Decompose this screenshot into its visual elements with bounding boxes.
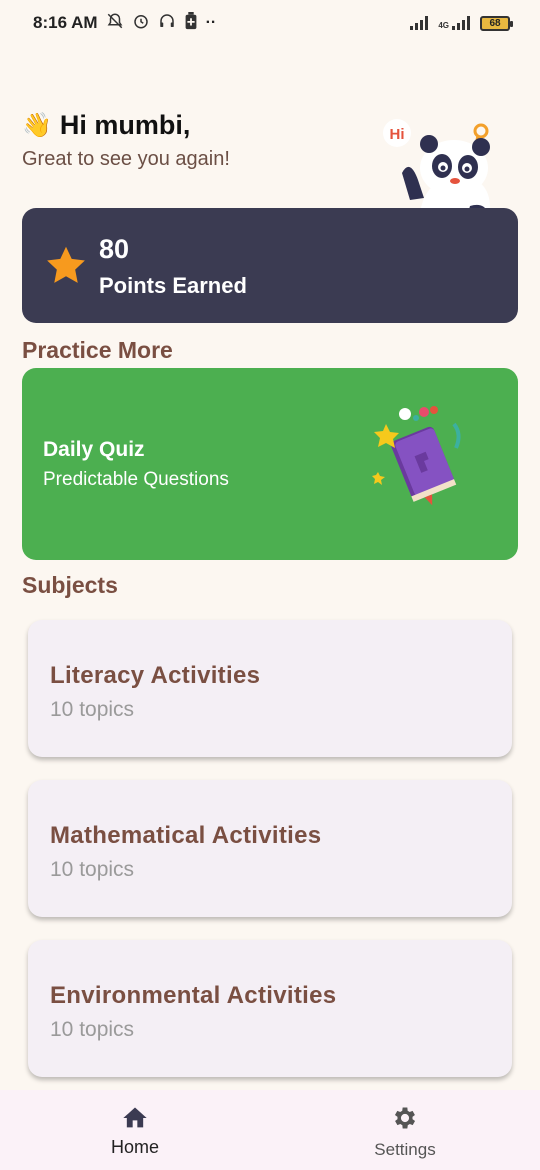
bottom-navigation: Home Settings xyxy=(0,1090,540,1170)
subject-title: Literacy Activities xyxy=(50,662,261,689)
waving-hand-icon: 👋 xyxy=(22,112,52,139)
silent-icon xyxy=(106,12,124,35)
subject-topics: 10 topics xyxy=(50,858,135,881)
quiz-book-illustration xyxy=(372,406,461,506)
home-icon xyxy=(123,1107,147,1128)
greeting-title: 👋 Hi mumbi, xyxy=(22,110,191,140)
gear-icon xyxy=(394,1107,416,1129)
mobile-data-icon: 4G xyxy=(438,16,470,30)
status-bar: 8:16 AM ·· 4G 68 xyxy=(0,0,540,46)
subject-title: Mathematical Activities xyxy=(50,822,322,849)
points-label: Points Earned xyxy=(99,273,247,298)
subject-card-environmental[interactable]: Environmental Activities 10 topics xyxy=(28,940,512,1077)
subject-card-literacy[interactable]: Literacy Activities 10 topics xyxy=(28,620,512,757)
battery-saver-icon xyxy=(184,11,198,35)
panda-mascot-image: Hi xyxy=(383,119,491,213)
status-time: 8:16 AM xyxy=(33,13,98,32)
subject-topics: 10 topics xyxy=(50,698,135,721)
subject-card-mathematical[interactable]: Mathematical Activities 10 topics xyxy=(28,780,512,917)
quiz-subtitle: Predictable Questions xyxy=(43,469,229,490)
battery-icon: 68 xyxy=(480,15,513,31)
daily-quiz-card[interactable]: Daily Quiz Predictable Questions xyxy=(22,368,518,560)
subject-topics: 10 topics xyxy=(50,1018,135,1041)
greeting-subtitle: Great to see you again! xyxy=(22,148,230,170)
headset-icon xyxy=(158,12,176,35)
mascot-hi-bubble: Hi xyxy=(390,126,405,143)
more-dots-icon: ·· xyxy=(205,14,217,31)
quiz-title: Daily Quiz xyxy=(43,438,145,461)
subjects-section-title: Subjects xyxy=(22,572,118,598)
signal-icon xyxy=(410,16,429,30)
nav-settings-label: Settings xyxy=(374,1140,436,1159)
nav-home-label: Home xyxy=(110,1137,159,1157)
points-value: 80 xyxy=(99,234,130,264)
points-card: 80 Points Earned xyxy=(22,208,518,323)
alarm-icon xyxy=(132,12,150,35)
star-icon xyxy=(47,246,85,283)
greeting: 👋 Hi mumbi, Great to see you again! xyxy=(22,110,230,171)
nav-home[interactable]: Home xyxy=(0,1090,270,1170)
subject-title: Environmental Activities xyxy=(50,982,337,1009)
nav-settings[interactable]: Settings xyxy=(270,1090,540,1170)
practice-section-title: Practice More xyxy=(22,337,173,363)
